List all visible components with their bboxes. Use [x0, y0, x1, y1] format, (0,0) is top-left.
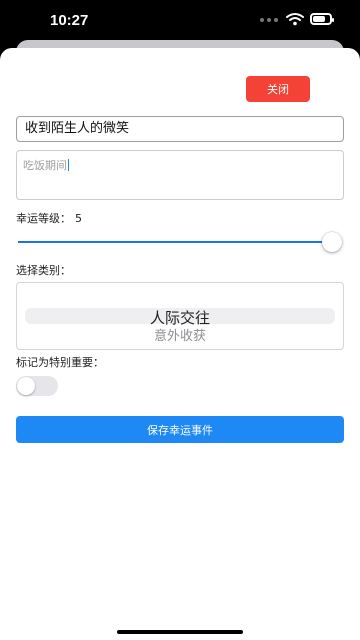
slider-fill — [18, 241, 332, 243]
category-label: 选择类别： — [16, 264, 71, 277]
luck-level-slider[interactable] — [18, 232, 342, 252]
save-button[interactable]: 保存幸运事件 — [16, 416, 344, 443]
status-bar: 10:27 — [0, 0, 360, 42]
text-caret — [68, 159, 69, 171]
special-toggle[interactable] — [16, 376, 58, 396]
category-picker[interactable]: 人际交往 意外收获 — [16, 282, 344, 350]
status-icons — [260, 13, 334, 29]
toggle-knob — [17, 377, 35, 395]
wifi-icon — [286, 13, 304, 26]
add-lucky-event-sheet: 关闭 收到陌生人的微笑 吃饭期间 幸运等级： 5 选择类别： 人际交往 意外收获 … — [0, 48, 360, 640]
signal-dots-icon — [260, 18, 278, 24]
picker-next-option[interactable]: 意外收获 — [17, 325, 343, 344]
luck-level-label: 幸运等级： 5 — [16, 212, 82, 225]
luck-level-value: 5 — [75, 212, 82, 225]
title-input[interactable]: 收到陌生人的微笑 — [16, 116, 344, 142]
slider-thumb[interactable] — [322, 232, 342, 252]
status-time: 10:27 — [50, 12, 89, 29]
close-button[interactable]: 关闭 — [246, 76, 310, 102]
description-text: 吃饭期间 — [23, 159, 69, 172]
battery-icon — [310, 13, 334, 25]
special-label: 标记为特别重要： — [16, 356, 104, 369]
home-indicator[interactable] — [117, 630, 243, 634]
description-textarea[interactable]: 吃饭期间 — [16, 150, 344, 200]
